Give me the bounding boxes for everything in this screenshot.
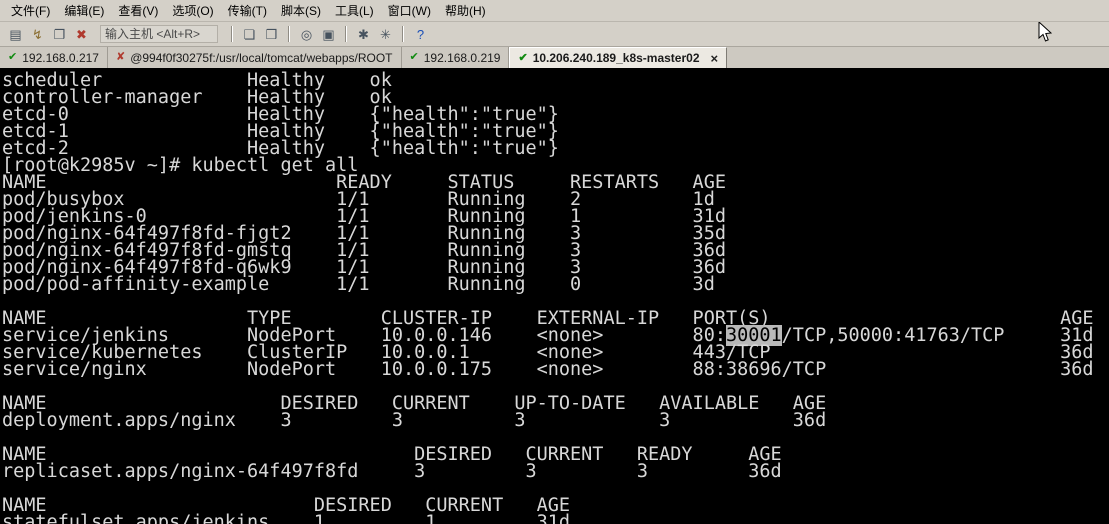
help-icon[interactable]: ? (411, 25, 430, 44)
terminal-line: pod/pod-affinity-example 1/1 Running 0 3… (2, 274, 715, 295)
paste-icon[interactable]: ❒ (262, 25, 281, 44)
session-tab-bar: ✔ 192.168.0.217 ✘ @994f0f30275f:/usr/local/… (0, 47, 1109, 68)
menu-item-7[interactable]: 工具(L) (328, 0, 381, 22)
session-tab-label: 192.168.0.217 (22, 50, 99, 65)
keymap-icon[interactable]: ✳ (376, 25, 395, 44)
session-tab-3[interactable]: ✔ 192.168.0.219 (401, 47, 510, 68)
terminal-line: service/nginx NodePort 10.0.0.175 <none>… (2, 359, 1094, 380)
terminal-line: statefulset.apps/jenkins 1 1 31d (2, 512, 571, 524)
menu-item-3[interactable]: 查看(V) (111, 0, 165, 22)
session-tab-2[interactable]: ✘ @994f0f30275f:/usr/local/tomcat/webapps… (107, 47, 402, 68)
menu-item-1[interactable]: 文件(F) (4, 0, 57, 22)
session-manager-icon[interactable]: ▤ (6, 25, 25, 44)
session-tab-1[interactable]: ✔ 192.168.0.217 (0, 47, 108, 68)
menu-item-9[interactable]: 帮助(H) (438, 0, 493, 22)
find-icon[interactable]: ◎ (297, 25, 316, 44)
copy-icon[interactable]: ❏ (240, 25, 259, 44)
session-tab-label: 192.168.0.219 (423, 50, 501, 65)
quick-connect-icon[interactable]: ↯ (28, 25, 47, 44)
clone-tab-icon[interactable]: ❐ (50, 25, 69, 44)
terminal-line: replicaset.apps/nginx-64f497f8fd 3 3 3 3… (2, 461, 782, 482)
menu-item-4[interactable]: 选项(O) (165, 0, 220, 22)
menu-item-8[interactable]: 窗口(W) (381, 0, 438, 22)
disconnect-icon[interactable]: ✖ (72, 25, 91, 44)
connected-icon: ✔ (518, 51, 528, 64)
host-input[interactable] (100, 25, 218, 43)
properties-icon[interactable]: ✱ (354, 25, 373, 44)
toolbar-separator (345, 26, 347, 42)
terminal-line: deployment.apps/nginx 3 3 3 3 36d (2, 410, 827, 431)
print-icon[interactable]: ▣ (319, 25, 338, 44)
toolbar: ▤↯❐✖ ❏❒ ◎▣ ✱✳? (0, 22, 1109, 47)
connected-icon: ✔ (409, 51, 419, 63)
menu-bar: 文件(F) 编辑(E) 查看(V) 选项(O) 传输(T) 脚本(S) 工具(L) 窗口(W)… (0, 0, 1109, 22)
menu-item-6[interactable]: 脚本(S) (274, 0, 328, 22)
disconnected-icon: ✘ (115, 51, 126, 63)
toolbar-separator (288, 26, 290, 42)
session-tab-label: 10.206.240.189_k8s-master02 (532, 51, 700, 65)
session-tab-label: @994f0f30275f:/usr/local/tomcat/webapps/… (130, 50, 393, 65)
menu-item-5[interactable]: 传输(T) (221, 0, 274, 22)
session-tab-4[interactable]: ✔ 10.206.240.189_k8s-master02 × (509, 47, 728, 68)
terminal-screen[interactable]: scheduler Healthy ok controller-manager H… (0, 68, 1109, 524)
connected-icon: ✔ (8, 51, 18, 63)
toolbar-separator (231, 26, 233, 42)
menu-item-2[interactable]: 编辑(E) (57, 0, 111, 22)
securecrt-window: 文件(F) 编辑(E) 查看(V) 选项(O) 传输(T) 脚本(S) 工具(L) 窗口(W)… (0, 0, 1109, 524)
toolbar-separator (402, 26, 404, 42)
close-tab-icon[interactable]: × (711, 51, 719, 66)
